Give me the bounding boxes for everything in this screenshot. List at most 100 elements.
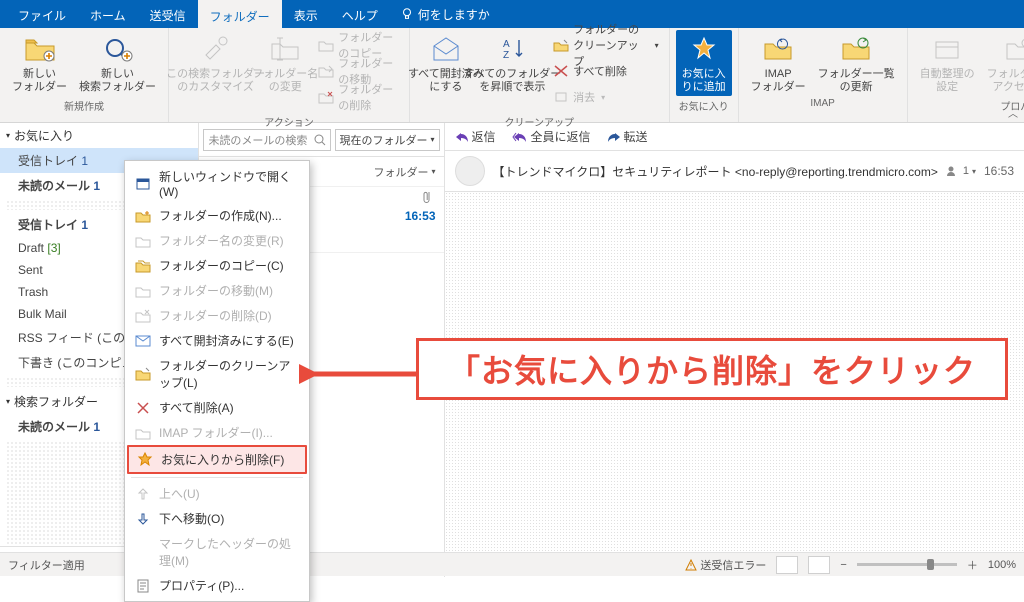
archive-icon bbox=[930, 32, 964, 66]
chevron-down-icon: ▾ bbox=[432, 167, 436, 176]
ctx-label: フォルダーのクリーンアップ(L) bbox=[159, 357, 299, 391]
imap-icon bbox=[761, 32, 795, 66]
ribbon-group-properties: 自動整理の 設定 フォルダーの アクセス権 フォルダーの プロパティ プロパティ bbox=[908, 28, 1024, 122]
new-folder-button[interactable]: 新しい フォルダー bbox=[6, 30, 73, 96]
down-icon bbox=[135, 511, 151, 527]
delete-folder-button: フォルダーの削除 bbox=[314, 84, 403, 110]
ctx-envelope[interactable]: すべて開封済みにする(E) bbox=[127, 328, 307, 353]
delete-all-icon bbox=[553, 63, 569, 79]
ctx-down[interactable]: 下へ移動(O) bbox=[127, 506, 307, 531]
view-button-normal[interactable] bbox=[776, 556, 798, 574]
menu-folder[interactable]: フォルダー bbox=[198, 0, 282, 28]
ribbon-group-caption: アクション bbox=[264, 112, 314, 131]
svg-text:A: A bbox=[503, 39, 510, 50]
ribbon-group-caption: クリーンアップ bbox=[505, 112, 575, 131]
ctx-label: すべて削除(A) bbox=[159, 399, 234, 416]
zoom-in-button[interactable]: ＋ bbox=[967, 557, 978, 573]
tell-me[interactable]: 何をしますか bbox=[390, 0, 500, 28]
ctx-window[interactable]: 新しいウィンドウで開く(W) bbox=[127, 164, 307, 203]
ctx-label: 新しいウィンドウで開く(W) bbox=[159, 168, 299, 199]
window-icon bbox=[135, 176, 151, 192]
copy-icon bbox=[318, 37, 334, 53]
imap-folders-button[interactable]: IMAP フォルダー bbox=[745, 30, 812, 96]
reply-button[interactable]: 返信 bbox=[455, 128, 496, 145]
search-icon[interactable] bbox=[314, 134, 326, 146]
favorites-header[interactable]: ▾お気に入り bbox=[0, 123, 198, 148]
folder-permissions-button: フォルダーの アクセス権 bbox=[981, 30, 1024, 96]
ribbon-group-new: 新しい フォルダー 新しい 検索フォルダー 新規作成 bbox=[0, 28, 169, 122]
new-folder-icon bbox=[23, 32, 57, 66]
menu-file[interactable]: ファイル bbox=[6, 0, 78, 28]
auto-label: 自動整理の 設定 bbox=[920, 68, 975, 94]
people-count[interactable]: 1▾ bbox=[946, 165, 976, 177]
ribbon-group-caption: 新規作成 bbox=[64, 96, 104, 115]
ctx-delete: フォルダーの削除(D) bbox=[127, 303, 307, 328]
ribbon-group-favorites: お気に入 りに追加 お気に入り bbox=[670, 28, 739, 122]
tell-me-label: 何をしますか bbox=[418, 6, 490, 23]
new-search-folder-icon bbox=[101, 32, 135, 66]
none-icon bbox=[135, 544, 151, 560]
menu-sendreceive[interactable]: 送受信 bbox=[138, 0, 198, 28]
zoom-slider[interactable] bbox=[857, 563, 957, 566]
permissions-icon bbox=[1003, 32, 1024, 66]
envelope-icon bbox=[135, 333, 151, 349]
tools-icon bbox=[199, 32, 233, 66]
perm-label: フォルダーの アクセス権 bbox=[987, 68, 1024, 94]
menu-home[interactable]: ホーム bbox=[78, 0, 138, 28]
search-scope-dropdown[interactable]: 現在のフォルダー▾ bbox=[335, 129, 440, 151]
customize-label: この検索フォルダー のカスタマイズ bbox=[166, 68, 265, 94]
ctx-x[interactable]: すべて削除(A) bbox=[127, 395, 307, 420]
sendreceive-error[interactable]: 送受信エラー bbox=[685, 557, 766, 573]
x-icon bbox=[135, 400, 151, 416]
purge-icon bbox=[553, 89, 569, 105]
props-icon bbox=[135, 578, 151, 594]
imap-icon bbox=[135, 425, 151, 441]
forward-button[interactable]: 転送 bbox=[607, 128, 648, 145]
update-folder-list-button[interactable]: フォルダー一覧 の更新 bbox=[812, 30, 901, 96]
new-search-folder-button[interactable]: 新しい 検索フォルダー bbox=[73, 30, 162, 96]
delete-label: フォルダーの削除 bbox=[338, 81, 399, 113]
annotation-text: 「お気に入りから削除」をクリック bbox=[448, 346, 976, 392]
view-button-reading[interactable] bbox=[808, 556, 830, 574]
search-input[interactable]: 未読のメールの検索 bbox=[203, 129, 330, 151]
imap-label: IMAP フォルダー bbox=[751, 68, 806, 94]
message-time: 16:53 bbox=[405, 209, 436, 223]
delete-icon bbox=[135, 308, 151, 324]
show-all-sorted-button[interactable]: AZ すべてのフォルダー を昇順で表示 bbox=[476, 30, 549, 96]
delete-icon bbox=[318, 89, 334, 105]
delete-all-button[interactable]: すべて削除 bbox=[549, 58, 662, 84]
ctx-copy[interactable]: フォルダーのコピー(C) bbox=[127, 253, 307, 278]
rename-label: フォルダー名 の変更 bbox=[252, 68, 318, 94]
annotation-callout: 「お気に入りから削除」をクリック bbox=[416, 338, 1008, 400]
move-icon bbox=[135, 283, 151, 299]
add-fav-label: お気に入 りに追加 bbox=[682, 68, 726, 94]
ctx-label: 上へ(U) bbox=[159, 485, 200, 502]
ribbon-collapse-icon[interactable]: ︿ bbox=[1008, 105, 1018, 120]
add-to-favorites-button[interactable]: お気に入 りに追加 bbox=[676, 30, 732, 96]
zoom-out-button[interactable]: − bbox=[840, 559, 846, 571]
search-placeholder: 未読のメールの検索 bbox=[208, 132, 307, 148]
attachment-icon bbox=[423, 191, 434, 205]
folder-context-menu: 新しいウィンドウで開く(W)フォルダーの作成(N)...フォルダー名の変更(R)… bbox=[124, 160, 310, 602]
reading-time: 16:53 bbox=[984, 164, 1014, 178]
folder-refresh-icon bbox=[839, 32, 873, 66]
folder-menu-button[interactable]: フォルダー ▾ bbox=[374, 164, 436, 180]
chevron-down-icon: ▾ bbox=[6, 131, 10, 140]
menu-help[interactable]: ヘルプ bbox=[330, 0, 390, 28]
ctx-newfolder[interactable]: フォルダーの作成(N)... bbox=[127, 203, 307, 228]
ribbon-group-actions: この検索フォルダー のカスタマイズ フォルダー名 の変更 フォルダーのコピー フ… bbox=[169, 28, 410, 122]
folder-cleanup-button[interactable]: フォルダーのクリーンアップ▾ bbox=[549, 32, 662, 58]
zoom-level: 100% bbox=[988, 559, 1016, 571]
customize-search-folder-button: この検索フォルダー のカスタマイズ bbox=[175, 30, 256, 96]
sort-az-icon: AZ bbox=[495, 32, 529, 66]
menu-view[interactable]: 表示 bbox=[282, 0, 330, 28]
ctx-props[interactable]: プロパティ(P)... bbox=[127, 573, 307, 598]
copy-icon bbox=[135, 258, 151, 274]
star-icon bbox=[137, 452, 153, 468]
search-folder-label: 検索フォルダー bbox=[14, 393, 98, 410]
ctx-label: フォルダーの作成(N)... bbox=[159, 207, 282, 224]
menu-bar: ファイル ホーム 送受信 フォルダー 表示 ヘルプ 何をしますか bbox=[0, 0, 1024, 28]
ctx-star[interactable]: お気に入りから削除(F) bbox=[127, 445, 307, 474]
ctx-label: マークしたヘッダーの処理(M) bbox=[159, 535, 299, 569]
ctx-broom[interactable]: フォルダーのクリーンアップ(L) bbox=[127, 353, 307, 395]
